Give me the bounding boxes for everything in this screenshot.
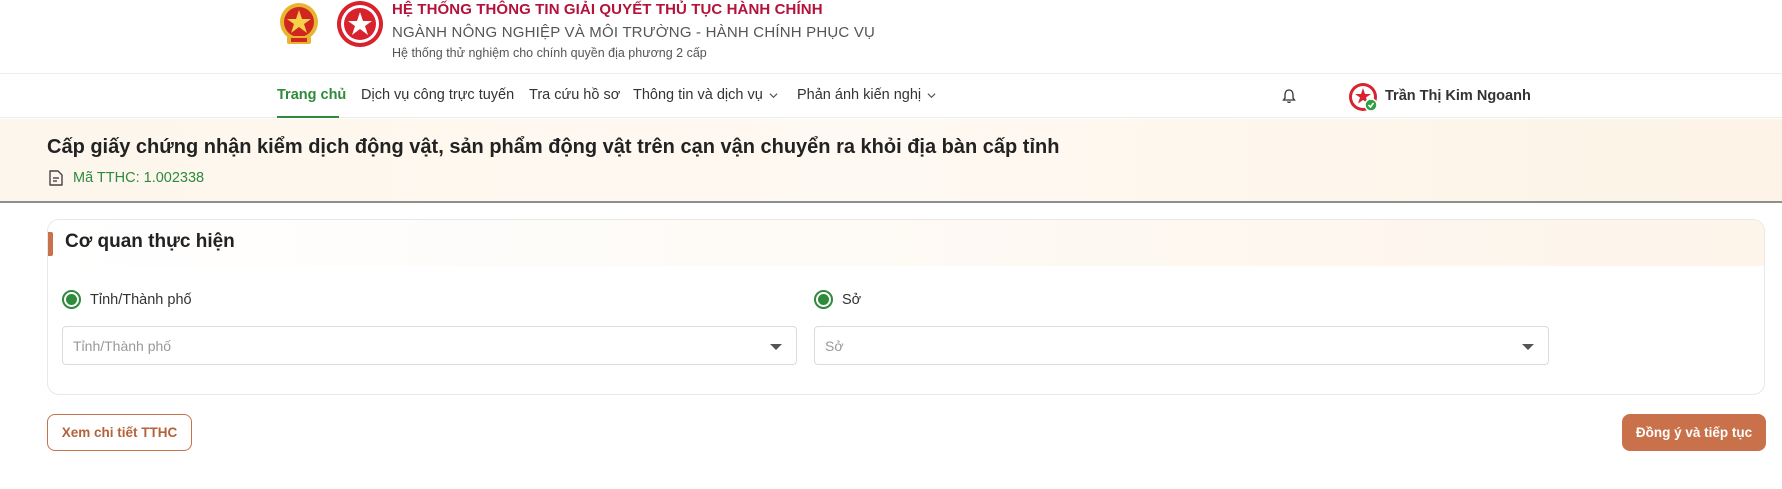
card-header: Cơ quan thực hiện — [48, 220, 1764, 266]
radio-dot — [818, 294, 829, 305]
nav-item-home[interactable]: Trang chủ — [277, 87, 346, 103]
caret-down-icon — [770, 344, 782, 350]
procedure-banner: Cấp giấy chứng nhận kiểm dịch động vật, … — [0, 119, 1782, 203]
radio-department[interactable]: Sở — [814, 290, 861, 309]
select-placeholder: Sở — [825, 338, 844, 354]
view-detail-button[interactable]: Xem chi tiết TTHC — [47, 414, 192, 451]
chevron-down-icon — [769, 92, 778, 98]
nav-item-label: Dịch vụ công trực tuyến — [361, 87, 515, 103]
select-placeholder: Tỉnh/Thành phố — [73, 338, 172, 354]
system-note: Hệ thống thử nghiệm cho chính quyền địa … — [392, 46, 707, 60]
system-title: HỆ THỐNG THÔNG TIN GIẢI QUYẾT THỦ TỤC HÀ… — [392, 1, 823, 18]
nav-item-label: Phản ánh kiến nghị — [797, 87, 922, 103]
national-emblem-icon[interactable] — [274, 0, 324, 50]
nav-item-online-services[interactable]: Dịch vụ công trực tuyến — [361, 87, 514, 103]
radio-province[interactable]: Tỉnh/Thành phố — [62, 290, 192, 309]
document-icon — [49, 170, 63, 186]
main-nav: Trang chủ Dịch vụ công trực tuyến Tra cứ… — [0, 73, 1782, 118]
department-select[interactable]: Sở — [814, 326, 1549, 365]
procedure-title: Cấp giấy chứng nhận kiểm dịch động vật, … — [47, 136, 1060, 158]
nav-item-label: Tra cứu hồ sơ — [529, 87, 621, 103]
nav-item-label: Thông tin và dịch vụ — [633, 87, 763, 103]
active-tab-indicator — [277, 116, 339, 118]
province-select[interactable]: Tỉnh/Thành phố — [62, 326, 797, 365]
agree-continue-button[interactable]: Đồng ý và tiếp tục — [1622, 414, 1766, 451]
bell-icon[interactable] — [1281, 88, 1297, 105]
user-name[interactable]: Trần Thị Kim Ngoanh — [1385, 88, 1531, 104]
site-header: HỆ THỐNG THÔNG TIN GIẢI QUYẾT THỦ TỤC HÀ… — [0, 0, 1782, 73]
radio-label: Tỉnh/Thành phố — [90, 291, 192, 308]
nav-item-feedback[interactable]: Phản ánh kiến nghị — [797, 87, 936, 103]
ministry-logo-icon[interactable] — [336, 0, 384, 48]
caret-down-icon — [1522, 344, 1534, 350]
chevron-down-icon — [927, 92, 936, 98]
radio-button[interactable] — [62, 290, 81, 309]
radio-button[interactable] — [814, 290, 833, 309]
system-subtitle: NGÀNH NÔNG NGHIỆP VÀ MÔI TRƯỜNG - HÀNH C… — [392, 24, 876, 41]
section-accent-bar — [48, 232, 53, 256]
agency-card: Cơ quan thực hiện Tỉnh/Thành phố Tỉnh/Th… — [47, 219, 1765, 395]
radio-label: Sở — [842, 291, 862, 308]
section-title: Cơ quan thực hiện — [65, 231, 235, 252]
radio-dot — [66, 294, 77, 305]
nav-item-label: Trang chủ — [277, 87, 347, 103]
nav-item-info-services[interactable]: Thông tin và dịch vụ — [633, 87, 778, 103]
avatar[interactable] — [1348, 82, 1378, 112]
procedure-code: Mã TTHC: 1.002338 — [73, 170, 205, 186]
nav-item-lookup[interactable]: Tra cứu hồ sơ — [529, 87, 620, 103]
